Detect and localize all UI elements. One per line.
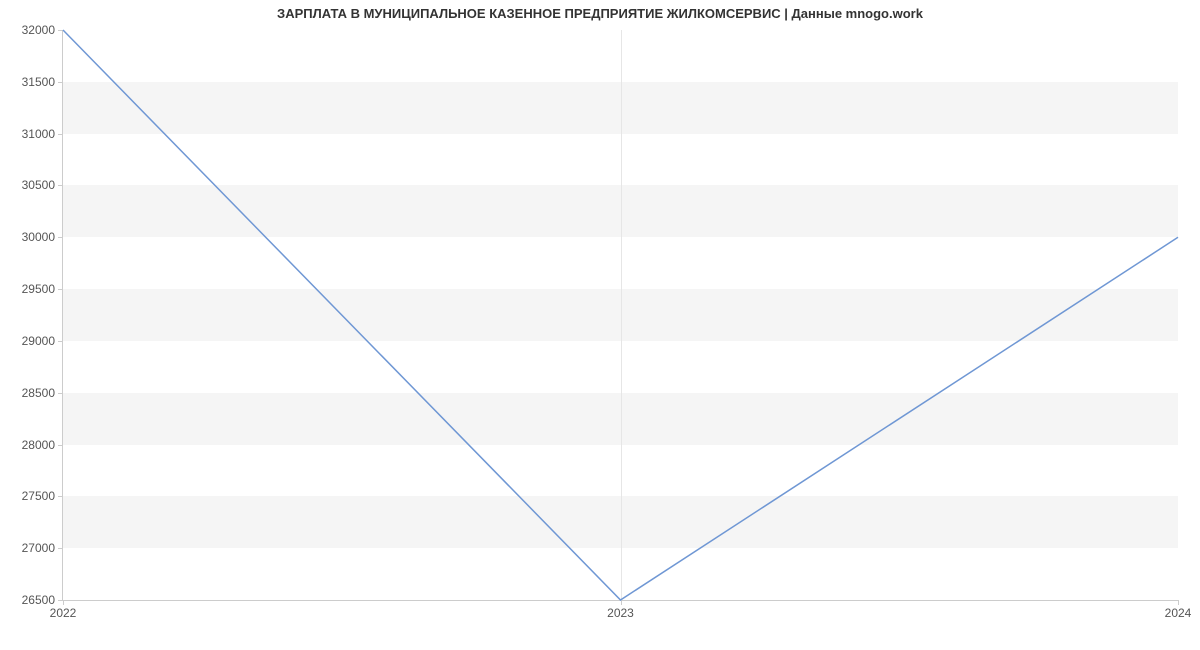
y-tick-label: 27000 bbox=[22, 541, 63, 555]
y-tick-label: 31000 bbox=[22, 127, 63, 141]
y-tick-label: 28500 bbox=[22, 386, 63, 400]
chart-container: ЗАРПЛАТА В МУНИЦИПАЛЬНОЕ КАЗЕННОЕ ПРЕДПР… bbox=[0, 0, 1200, 650]
data-line bbox=[63, 30, 1178, 600]
y-tick-label: 31500 bbox=[22, 75, 63, 89]
y-tick-label: 32000 bbox=[22, 23, 63, 37]
y-tick-label: 29500 bbox=[22, 282, 63, 296]
line-series bbox=[63, 30, 1178, 600]
y-tick-label: 30500 bbox=[22, 178, 63, 192]
y-tick-label: 27500 bbox=[22, 489, 63, 503]
y-tick-label: 29000 bbox=[22, 334, 63, 348]
x-tick-mark bbox=[1178, 600, 1179, 605]
y-tick-label: 30000 bbox=[22, 230, 63, 244]
y-tick-label: 28000 bbox=[22, 438, 63, 452]
x-tick-mark bbox=[63, 600, 64, 605]
chart-title: ЗАРПЛАТА В МУНИЦИПАЛЬНОЕ КАЗЕННОЕ ПРЕДПР… bbox=[0, 6, 1200, 21]
plot-area: 2650027000275002800028500290002950030000… bbox=[62, 30, 1178, 601]
